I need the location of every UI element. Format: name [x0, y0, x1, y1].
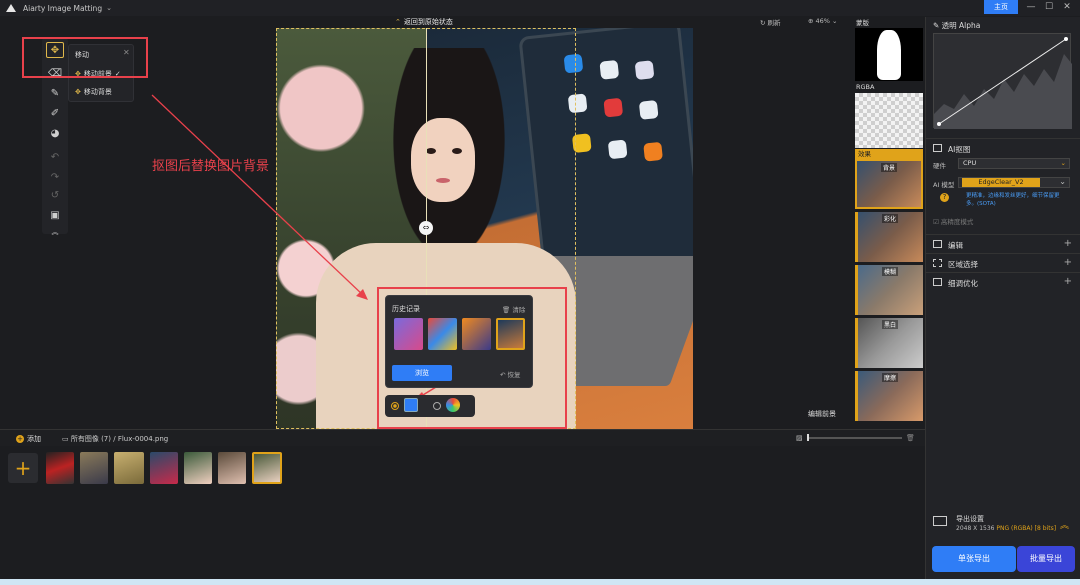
- move-bg-icon: ✥: [75, 88, 81, 96]
- slider-handle[interactable]: [807, 434, 809, 441]
- add-files-button[interactable]: + 添加: [16, 434, 41, 444]
- all-images-link[interactable]: 所有图像 (7): [71, 435, 111, 443]
- pen-icon[interactable]: ✎: [46, 86, 64, 102]
- batch-export-button[interactable]: 批量导出: [1017, 546, 1075, 572]
- current-file: Flux-0004.png: [117, 435, 169, 443]
- highlight-box: [22, 37, 148, 78]
- effect-thumb[interactable]: 摩擦: [855, 371, 923, 421]
- model-description: 更精准，边缘和发丝更好，细节保留更多。(SOTA): [966, 193, 1060, 207]
- top-bar: [0, 16, 925, 28]
- redo-icon[interactable]: ↷: [46, 170, 64, 186]
- export-info: 2048 X 1536 PNG (RGBA) [8 bits]: [956, 525, 1057, 532]
- alpha-curve-graph: [934, 37, 1072, 129]
- effect-thumb[interactable]: 彩化: [855, 212, 923, 262]
- effect-thumb[interactable]: 背景: [855, 159, 923, 209]
- collapse-icon[interactable]: ︽: [46, 224, 64, 240]
- zoom-icon: ⊕: [808, 17, 816, 25]
- minimize-button[interactable]: —: [1024, 1, 1038, 13]
- annotation-text: 抠图后替换图片背景: [152, 159, 270, 174]
- file-thumb[interactable]: [218, 452, 246, 484]
- add-image-button[interactable]: +: [8, 453, 38, 483]
- plus-icon: +: [1063, 276, 1072, 287]
- close-button[interactable]: ✕: [1060, 1, 1074, 13]
- chevron-down-icon[interactable]: ⌄: [106, 4, 112, 12]
- file-thumb[interactable]: [150, 452, 178, 484]
- reset-tool-icon[interactable]: ↺: [46, 188, 64, 204]
- effect-thumb[interactable]: 模糊: [855, 265, 923, 315]
- move-background-item[interactable]: ✥ 移动背景: [75, 87, 112, 97]
- highlight-box: [377, 287, 567, 429]
- effect-thumb[interactable]: 黑白: [855, 318, 923, 368]
- reset-button[interactable]: ↻ 刷新: [760, 17, 781, 27]
- title-bar: Aiarty Image Matting ⌄: [0, 0, 1080, 16]
- region-select-section[interactable]: 区域选择 +: [926, 253, 1080, 272]
- model-badge: EdgeClear_V2: [962, 178, 1040, 187]
- device-select[interactable]: CPU ⌄: [958, 158, 1070, 169]
- effect-label: 效果: [855, 149, 923, 159]
- fill-icon[interactable]: ◕: [46, 126, 64, 142]
- app-title: Aiarty Image Matting: [23, 3, 103, 13]
- refine-section[interactable]: 细调优化 +: [926, 272, 1080, 291]
- trash-icon[interactable]: 🗑: [906, 434, 915, 442]
- rgba-label: RGBA: [856, 83, 875, 91]
- folder-icon: ▭: [62, 435, 71, 443]
- alpha-curve[interactable]: [933, 33, 1072, 129]
- expand-icon[interactable]: ︽: [1060, 518, 1069, 531]
- plus-icon: +: [1063, 238, 1072, 249]
- app-logo-icon: [6, 4, 16, 12]
- chevron-down-icon: ⌄: [1060, 159, 1066, 167]
- device-label: 硬件: [933, 162, 946, 170]
- file-thumb-selected[interactable]: [252, 452, 282, 484]
- region-icon: [933, 259, 942, 267]
- chevron-up-icon: ⌃: [395, 18, 401, 26]
- rgba-preview[interactable]: [855, 93, 923, 148]
- edit-foreground-label[interactable]: 编辑前景: [808, 409, 836, 419]
- home-button[interactable]: 主页: [984, 0, 1018, 14]
- model-label: AI 模型: [933, 181, 955, 189]
- checkbox-icon: ☑: [933, 218, 941, 226]
- taskbar-edge: [0, 579, 1080, 585]
- file-thumb[interactable]: [80, 452, 108, 484]
- help-icon[interactable]: ?: [940, 193, 949, 202]
- compare-handle-icon[interactable]: ⇔: [419, 221, 433, 235]
- ai-matting-section[interactable]: AI抠图: [926, 138, 1080, 157]
- undo-icon[interactable]: ↶: [46, 150, 64, 166]
- add-icon: +: [16, 435, 24, 443]
- back-to-original-button[interactable]: ⌃ 返回到原始状态: [395, 17, 453, 27]
- edit-icon: [933, 240, 942, 248]
- chevron-down-icon: ⌄: [829, 17, 838, 25]
- file-thumb[interactable]: [46, 452, 74, 484]
- chevron-down-icon: ⌄: [1059, 177, 1066, 186]
- high-precision-checkbox[interactable]: ☑ 高精度模式: [933, 216, 973, 226]
- file-thumb[interactable]: [184, 452, 212, 484]
- single-export-button[interactable]: 单张导出: [932, 546, 1016, 572]
- edit-section[interactable]: 编辑 +: [926, 234, 1080, 253]
- breadcrumb: ▭ 所有图像 (7) / Flux-0004.png: [62, 435, 169, 443]
- alpha-title: ✎ 透明 Alpha: [933, 21, 981, 30]
- mask-label: 蒙版: [856, 19, 869, 27]
- file-thumb[interactable]: [114, 452, 144, 484]
- brush-icon[interactable]: ✐: [46, 106, 64, 122]
- zoom-control[interactable]: ⊕ 46% ⌄: [808, 17, 837, 25]
- ai-icon: [933, 144, 942, 152]
- app-window: Aiarty Image Matting ⌄ 主页 — ☐ ✕ ⌃ 返回到原始状态…: [0, 0, 1080, 585]
- pen-icon: ✎: [933, 21, 942, 30]
- maximize-button[interactable]: ☐: [1042, 1, 1056, 13]
- export-icon: [933, 516, 947, 526]
- thumbnail-size-slider[interactable]: [807, 437, 902, 439]
- image-size-icon: ▨: [796, 434, 803, 442]
- refine-icon: [933, 278, 942, 286]
- plus-icon: +: [1063, 257, 1072, 268]
- refresh-icon: ↻: [760, 19, 768, 27]
- export-settings-title[interactable]: 导出设置: [956, 514, 984, 524]
- crop-icon[interactable]: ▣: [46, 208, 64, 224]
